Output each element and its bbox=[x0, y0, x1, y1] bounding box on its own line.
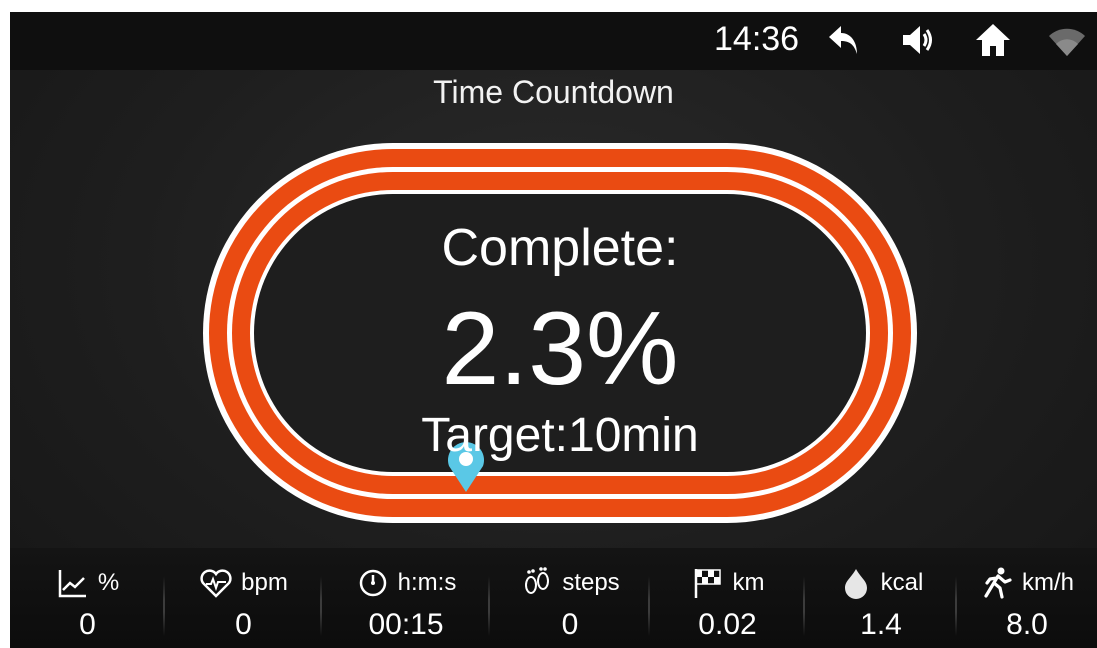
stopwatch-icon bbox=[356, 566, 390, 600]
heart-rate-icon bbox=[199, 566, 233, 600]
metric-unit: % bbox=[97, 569, 120, 596]
metric-incline: % 0 bbox=[10, 548, 165, 648]
status-bar: 14:36 bbox=[10, 12, 1097, 70]
metric-distance: km 0.02 bbox=[650, 548, 805, 648]
metric-value: 00:15 bbox=[368, 608, 444, 641]
metric-value: 8.0 bbox=[1006, 608, 1048, 641]
metrics-bar: % 0 bpm 0 h:m:s 00:15 steps 0 km 0.02 kc… bbox=[10, 548, 1097, 648]
metric-value: 0 bbox=[561, 608, 579, 641]
back-icon[interactable] bbox=[824, 20, 866, 60]
home-icon[interactable] bbox=[972, 20, 1014, 60]
metric-value: 0 bbox=[235, 608, 252, 641]
flame-icon bbox=[839, 566, 873, 600]
metric-calories: kcal 1.4 bbox=[805, 548, 957, 648]
metric-unit: kcal bbox=[880, 569, 924, 596]
wifi-icon bbox=[1046, 20, 1088, 60]
metric-unit: km/h bbox=[1021, 569, 1074, 596]
treadmill-screen: 14:36 Time Countdown Complete: 2.3% Targ… bbox=[10, 12, 1097, 648]
metric-steps: steps 0 bbox=[490, 548, 650, 648]
checkered-flag-icon bbox=[691, 566, 725, 600]
footprints-icon bbox=[520, 566, 554, 600]
metric-heart-rate: bpm 0 bbox=[165, 548, 322, 648]
target-label: Target:10min bbox=[421, 409, 699, 462]
bezel-left bbox=[0, 0, 10, 648]
status-clock: 14:36 bbox=[714, 20, 800, 58]
volume-icon[interactable] bbox=[898, 20, 940, 60]
metric-value: 1.4 bbox=[860, 608, 902, 641]
complete-label: Complete: bbox=[441, 219, 679, 277]
metric-unit: km bbox=[732, 569, 765, 596]
metric-value: 0.02 bbox=[698, 608, 757, 641]
metric-unit: bpm bbox=[241, 569, 288, 596]
incline-chart-icon bbox=[56, 566, 90, 600]
metric-value: 0 bbox=[79, 608, 96, 641]
metric-speed: km/h 8.0 bbox=[957, 548, 1097, 648]
complete-percentage: 2.3% bbox=[441, 291, 679, 407]
metric-unit: h:m:s bbox=[397, 569, 457, 596]
metric-duration: h:m:s 00:15 bbox=[322, 548, 490, 648]
bezel-top bbox=[0, 0, 1097, 12]
metric-unit: steps bbox=[562, 569, 620, 596]
page-title: Time Countdown bbox=[433, 74, 674, 110]
runner-icon bbox=[980, 566, 1014, 600]
